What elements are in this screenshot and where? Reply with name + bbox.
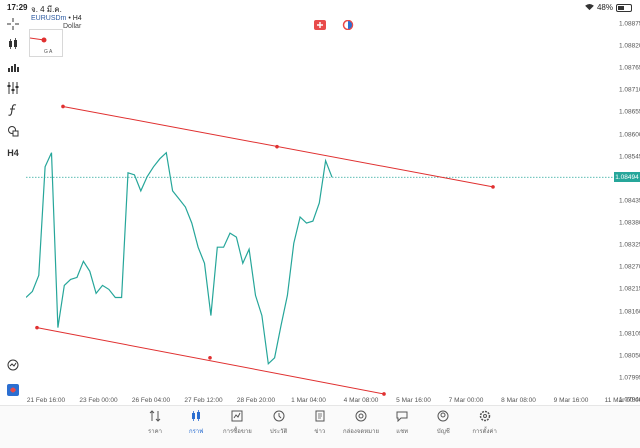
time-tick: 27 Feb 12:00 <box>184 397 223 404</box>
symbol-name: EURUSDm <box>31 15 67 22</box>
time-tick: 7 Mar 00:00 <box>448 397 484 404</box>
trend-line-anchor <box>275 144 279 149</box>
time-tick: 28 Feb 20:00 <box>236 397 276 404</box>
price-tick: 1.08435 <box>619 197 640 205</box>
bottom-navigation: ราคา กราฟ การซื้อขาย ประวัติ ข่าว กล่องจดหมาย… <box>0 405 640 448</box>
nav-item-chart[interactable]: กราฟ <box>176 410 216 436</box>
trend-line-lower <box>36 327 385 395</box>
mailbox-icon <box>355 410 367 422</box>
function-icon[interactable] <box>5 102 21 118</box>
bar-chart-icon[interactable] <box>5 59 21 75</box>
symbol-timeframe: H4 <box>72 15 82 22</box>
time-tick: 5 Mar 16:00 <box>396 397 431 404</box>
indicator-sliders-icon[interactable] <box>5 80 21 96</box>
price-tick: 1.08215 <box>619 285 640 293</box>
quotes-icon <box>149 410 161 422</box>
price-tick: 1.08270 <box>619 263 640 271</box>
time-tick: 8 Mar 08:00 <box>501 397 536 404</box>
trend-line-anchor <box>208 355 212 360</box>
price-line <box>26 151 333 366</box>
status-indicators: 48% <box>585 3 632 12</box>
price-tick: 1.08105 <box>619 330 640 338</box>
time-tick: 11 Mar 00:00 <box>604 397 640 404</box>
price-tick: 1.08325 <box>619 241 640 249</box>
nav-item-settings[interactable]: การตั้งค่า <box>465 410 505 436</box>
nav-item-mailbox[interactable]: กล่องจดหมาย <box>341 410 381 436</box>
nav-label: ข่าว <box>314 429 326 435</box>
nav-label: แชท <box>396 429 409 435</box>
shapes-icon[interactable] <box>5 123 21 139</box>
battery-icon <box>616 3 632 12</box>
trade-icon <box>231 410 243 422</box>
nav-label: กราฟ <box>188 429 204 435</box>
mini-panel-label: G A <box>44 49 53 55</box>
price-tick: 1.08160 <box>619 308 640 316</box>
crosshair-icon[interactable] <box>5 16 21 32</box>
price-tick: 1.08875 <box>619 20 640 28</box>
trend-line-anchor <box>382 392 386 396</box>
price-axis: 1.08875 1.08820 1.08765 1.08710 1.08655 1.086… <box>614 14 640 404</box>
news-icon <box>315 410 325 422</box>
chart-add-icon[interactable] <box>314 20 326 30</box>
price-tick: 1.08545 <box>619 153 640 161</box>
price-tick: 1.08820 <box>619 42 640 50</box>
timeframe-h4[interactable]: H4 <box>5 145 21 161</box>
wifi-icon <box>585 4 594 11</box>
time-tick: 23 Feb 00:00 <box>79 397 118 404</box>
price-chart[interactable] <box>26 14 614 400</box>
top-chart-buttons <box>314 20 354 30</box>
current-price-label: 1.08494 <box>614 172 640 183</box>
candles-icon[interactable] <box>5 36 21 52</box>
trading-icon[interactable] <box>5 357 21 373</box>
status-bar: 17:29 จ. 4 มี.ค. 48% <box>0 0 640 14</box>
price-tick: 1.08050 <box>619 352 640 360</box>
battery-percent: 48% <box>596 3 613 12</box>
symbol-label: EURUSDm • H4 <box>31 15 82 22</box>
chart-color-icon[interactable] <box>342 20 354 30</box>
chart-icon <box>192 410 201 421</box>
nav-item-chat[interactable]: แชท <box>382 410 422 436</box>
time-tick: 1 Mar 04:00 <box>291 397 326 404</box>
nav-item-trade[interactable]: การซื้อขาย <box>217 410 257 436</box>
time-tick: 26 Feb 04:00 <box>131 397 171 404</box>
symbol-description: Dollar <box>63 23 82 30</box>
nav-label: กล่องจดหมาย <box>342 429 380 435</box>
nav-label: ราคา <box>148 429 162 435</box>
price-tick: 1.08380 <box>619 219 640 227</box>
nav-item-history[interactable]: ประวัติ <box>259 410 299 436</box>
price-tick: 1.08710 <box>619 86 640 94</box>
nav-item-account[interactable]: บัญชี <box>423 410 463 436</box>
symbol-separator: • <box>68 15 71 22</box>
trend-line-anchor <box>61 104 65 109</box>
nav-label: การซื้อขาย <box>222 429 252 435</box>
nav-item-quotes[interactable]: ราคา <box>135 410 175 436</box>
trend-line-anchor <box>35 325 39 330</box>
chat-icon <box>396 411 408 422</box>
history-icon <box>273 410 285 422</box>
one-click-icon[interactable] <box>5 382 21 398</box>
nav-label: บัญชี <box>436 429 450 435</box>
price-tick: 1.08765 <box>619 64 640 72</box>
price-tick: 1.08600 <box>619 131 640 139</box>
chart-canvas[interactable] <box>26 14 614 400</box>
account-icon <box>437 410 449 422</box>
nav-item-news[interactable]: ข่าว <box>300 410 340 436</box>
time-tick: 4 Mar 08:00 <box>343 397 379 404</box>
settings-icon <box>479 410 490 422</box>
price-tick: 1.07995 <box>619 374 640 382</box>
price-tick: 1.08655 <box>619 108 640 116</box>
time-tick: 9 Mar 16:00 <box>553 397 589 404</box>
nav-label: การตั้งค่า <box>472 429 497 435</box>
time-tick: 21 Feb 16:00 <box>26 397 66 404</box>
trend-line-anchor <box>491 185 495 189</box>
status-time: 17:29 <box>7 3 28 12</box>
one-click-trading-panel[interactable]: G A <box>29 29 63 57</box>
nav-label: ประวัติ <box>269 429 288 435</box>
chart-toolbar: H4 <box>0 14 26 406</box>
